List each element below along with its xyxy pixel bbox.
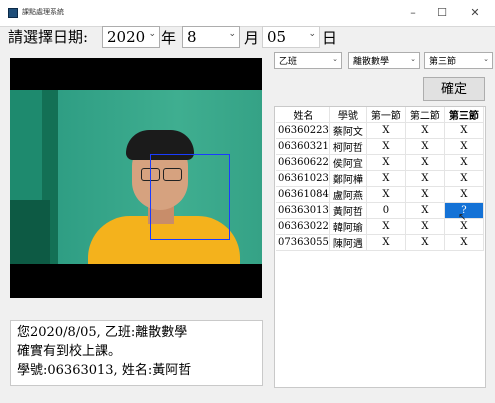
cell-period-3[interactable]: X [444,138,484,155]
cell-student-name: 陳阿遇 [329,234,367,251]
cell-period-2[interactable]: X [405,170,445,187]
month-unit: 月 [244,29,260,47]
year-value: 2020 [107,28,146,46]
attendance-table: 姓名 學號 第一節 第二節 第三節 06360223 蔡阿文 X X X 063… [274,106,486,388]
cell-student-id: 06363022 [276,218,330,235]
table-row[interactable]: 06360622 侯阿宜 X X X [276,154,484,171]
cell-student-name: 柯阿哲 [329,138,367,155]
period-value: 第三節 [429,57,457,67]
header-period-2: 第二節 [405,107,445,123]
cell-period-2[interactable]: X [405,202,445,219]
cell-student-id: 07363055 [276,234,330,251]
cell-period-2[interactable]: X [405,218,445,235]
table-row[interactable]: 06361023 鄭阿樺 X X X [276,170,484,187]
close-button[interactable]: ✕ [461,4,489,22]
cell-period-3[interactable]: X [444,170,484,187]
cell-period-1[interactable]: X [366,170,406,187]
cell-period-3[interactable]: X [444,122,484,139]
camera-preview [10,58,262,298]
month-select[interactable]: 8 ⌄ [182,26,240,48]
attendance-message: 您2020/8/05, 乙班:離散數學 確實有到校上課。 學號:06363013… [10,320,263,386]
cell-student-name: 韓阿瑜 [329,218,367,235]
cell-period-3[interactable]: X [444,186,484,203]
cell-student-id: 06360622 [276,154,330,171]
date-label: 請選擇日期: [8,28,89,46]
month-value: 8 [187,28,197,46]
header-period-1: 第一節 [366,107,406,123]
cell-student-name: 蔡阿文 [329,122,367,139]
course-value: 離散數學 [353,57,390,67]
header-student-id: 學號 [329,107,367,123]
cell-period-2[interactable]: X [405,138,445,155]
table-row[interactable]: 06360223 蔡阿文 X X X [276,122,484,139]
cell-period-1[interactable]: 0 [366,202,406,219]
cell-period-1[interactable]: X [366,234,406,251]
table-header-row: 姓名 學號 第一節 第二節 第三節 [276,107,484,123]
header-name: 姓名 [276,107,330,123]
cell-period-2[interactable]: X [405,234,445,251]
mouse-cursor-icon: ↖ [458,212,467,223]
chevron-down-icon: ⌄ [332,55,338,63]
table-row[interactable]: 06363013 黃阿哲 0 X ? [276,202,484,219]
chevron-down-icon: ⌄ [228,29,236,39]
day-unit: 日 [322,29,338,47]
cell-student-id: 06361084 [276,186,330,203]
cell-period-2[interactable]: X [405,186,445,203]
face-detection-box [150,154,230,240]
confirm-button[interactable]: 確定 [423,77,485,101]
message-line-1: 您2020/8/05, 乙班:離散數學 [17,325,188,340]
year-unit: 年 [161,29,177,47]
class-value: 乙班 [279,57,298,67]
table-row[interactable]: 06363022 韓阿瑜 X X X [276,218,484,235]
cell-student-id: 06360321 [276,138,330,155]
day-value: 05 [267,28,287,46]
cell-student-id: 06363013 [276,202,330,219]
period-select[interactable]: 第三節 ⌄ [424,52,493,69]
chevron-down-icon: ⌄ [148,29,156,39]
minimize-button[interactable]: – [399,4,427,22]
message-line-3: 學號:06363013, 姓名:黃阿哲 [17,363,192,378]
cell-period-1[interactable]: X [366,218,406,235]
window-title: 課點處理系統 [22,8,64,16]
cell-period-1[interactable]: X [366,138,406,155]
cell-period-2[interactable]: X [405,122,445,139]
table-row[interactable]: 07363055 陳阿遇 X X X [276,234,484,251]
course-select[interactable]: 離散數學 ⌄ [348,52,420,69]
cell-period-1[interactable]: X [366,122,406,139]
cell-period-3[interactable]: X [444,154,484,171]
chevron-down-icon: ⌄ [308,29,316,39]
app-icon [8,8,18,18]
cell-period-1[interactable]: X [366,186,406,203]
cell-student-id: 06361023 [276,170,330,187]
cell-student-name: 盧阿燕 [329,186,367,203]
cell-student-id: 06360223 [276,122,330,139]
header-period-3: 第三節 [444,107,484,123]
maximize-button[interactable]: ☐ [428,4,456,22]
class-select[interactable]: 乙班 ⌄ [274,52,342,69]
cell-student-name: 侯阿宜 [329,154,367,171]
cell-student-name: 黃阿哲 [329,202,367,219]
cell-period-2[interactable]: X [405,154,445,171]
table-row[interactable]: 06361084 盧阿燕 X X X [276,186,484,203]
cell-period-1[interactable]: X [366,154,406,171]
chevron-down-icon: ⌄ [410,55,416,63]
title-bar: 課點處理系統 – ☐ ✕ [0,0,495,27]
chevron-down-icon: ⌄ [483,55,489,63]
cell-student-name: 鄭阿樺 [329,170,367,187]
message-line-2: 確實有到校上課。 [17,344,122,359]
table-row[interactable]: 06360321 柯阿哲 X X X [276,138,484,155]
cell-period-3[interactable]: X [444,234,484,251]
day-select[interactable]: 05 ⌄ [262,26,320,48]
year-select[interactable]: 2020 ⌄ [102,26,160,48]
shelf [10,200,50,264]
